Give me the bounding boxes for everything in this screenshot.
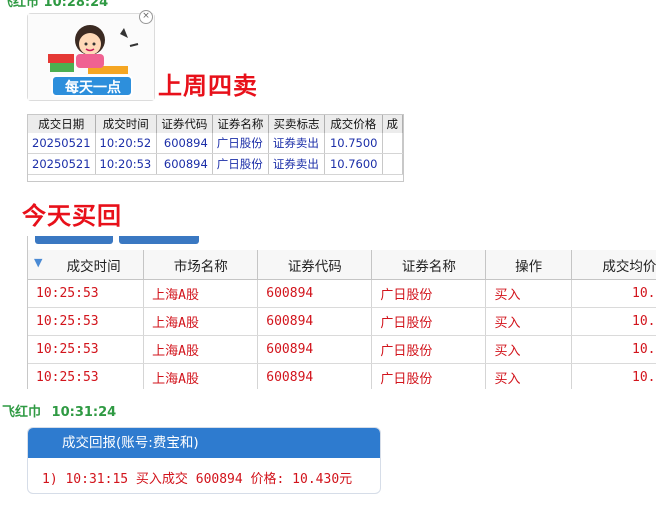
col-header-trade-price: 成交价格 xyxy=(324,115,383,133)
table-row[interactable]: 10:25:53 上海A股 600894 广日股份 买入 10.440 xyxy=(28,307,656,336)
sender-name[interactable]: 飞红巾 xyxy=(2,405,41,420)
cell-avg-price: 10.440 xyxy=(571,279,656,308)
cell-name: 广日股份 xyxy=(212,133,269,154)
col-header-trade-time: 成交时间 xyxy=(95,115,158,133)
cell-code: 600894 xyxy=(156,133,213,154)
message-time: 10:31:24 xyxy=(51,405,117,420)
col-header-operation[interactable]: 操作 xyxy=(485,250,572,280)
sell-records-table-image[interactable]: 成交日期 成交时间 证券代码 证券名称 买卖标志 成交价格 成 20250521… xyxy=(27,114,404,182)
cell-market: 上海A股 xyxy=(143,335,259,364)
toolbar-button[interactable] xyxy=(35,236,113,244)
cell-code: 600894 xyxy=(156,153,213,175)
table-row[interactable]: 10:25:53 上海A股 600894 广日股份 买入 10.440 xyxy=(28,363,656,389)
cell-time: 10:20:53 xyxy=(95,153,158,175)
cell-time: 10:25:53 xyxy=(28,307,145,336)
table-row[interactable]: 20250521 10:20:53 600894 广日股份 证券卖出 10.76… xyxy=(28,153,403,175)
cell-name: 广日股份 xyxy=(371,363,487,389)
cell-date: 20250521 xyxy=(28,133,96,154)
col-header-cut: 成 xyxy=(382,115,403,133)
cell-operation: 买入 xyxy=(485,335,572,364)
cell-name: 广日股份 xyxy=(371,279,487,308)
col-header-security-code: 证券代码 xyxy=(156,115,213,133)
caption-last-thursday-sell: 上周四卖 xyxy=(158,72,258,100)
col-header-security-name[interactable]: 证券名称 xyxy=(371,250,487,280)
table-row[interactable]: 20250521 10:20:52 600894 广日股份 证券卖出 10.75… xyxy=(28,133,403,154)
cell-name: 广日股份 xyxy=(371,307,487,336)
toolbar-button[interactable] xyxy=(119,236,199,244)
cell-avg-price: 10.440 xyxy=(571,307,656,336)
cell-flag: 证券卖出 xyxy=(268,153,326,175)
cell-code: 600894 xyxy=(257,335,373,364)
cell-price: 10.7600 xyxy=(324,153,383,175)
buy-records-table: ▼ 成交时间 市场名称 证券代码 证券名称 操作 成交均价 10:25:53 上… xyxy=(28,250,656,389)
col-header-trade-time[interactable]: ▼ 成交时间 xyxy=(28,250,145,280)
cell-extra xyxy=(382,153,403,175)
table-row[interactable]: 10:25:53 上海A股 600894 广日股份 买入 10.440 xyxy=(28,335,656,364)
col-header-trade-date: 成交日期 xyxy=(28,115,96,133)
trade-report-card[interactable]: 成交回报(账号:费宝和) 1) 10:31:15 买入成交 600894 价格:… xyxy=(27,427,381,494)
cell-market: 上海A股 xyxy=(143,363,259,389)
message-sender-line: 飞红巾 10:31:24 xyxy=(2,401,116,420)
cell-market: 上海A股 xyxy=(143,279,259,308)
cell-code: 600894 xyxy=(257,307,373,336)
table-header-row: 成交日期 成交时间 证券代码 证券名称 买卖标志 成交价格 成 xyxy=(28,115,403,133)
cell-market: 上海A股 xyxy=(143,307,259,336)
col-header-avg-price[interactable]: 成交均价 xyxy=(571,250,656,280)
logo-image[interactable]: 每天一点 xyxy=(27,13,155,101)
col-header-security-code[interactable]: 证券代码 xyxy=(257,250,373,280)
cell-time: 10:25:53 xyxy=(28,335,145,364)
cell-operation: 买入 xyxy=(485,307,572,336)
cell-time: 10:25:53 xyxy=(28,279,145,308)
cell-extra xyxy=(382,133,403,154)
col-header-buy-sell-flag: 买卖标志 xyxy=(268,115,326,133)
sort-down-icon[interactable]: ▼ xyxy=(34,256,42,269)
caption-today-buy-back: 今天买回 xyxy=(22,202,122,230)
cell-avg-price: 10.440 xyxy=(571,335,656,364)
cell-time: 10:25:53 xyxy=(28,363,145,389)
cell-operation: 买入 xyxy=(485,363,572,389)
message-sender-time: 飞红市 10:28:24 xyxy=(0,0,109,10)
close-icon[interactable]: × xyxy=(139,10,153,24)
header-label: 成交时间 xyxy=(66,258,121,275)
sell-records-table: 成交日期 成交时间 证券代码 证券名称 买卖标志 成交价格 成 20250521… xyxy=(28,115,403,175)
cell-flag: 证券卖出 xyxy=(268,133,326,154)
trade-report-line: 1) 10:31:15 买入成交 600894 价格: 10.430元 xyxy=(42,472,353,487)
col-header-market-name[interactable]: 市场名称 xyxy=(143,250,259,280)
cell-avg-price: 10.440 xyxy=(571,363,656,389)
cell-code: 600894 xyxy=(257,363,373,389)
cell-operation: 买入 xyxy=(485,279,572,308)
cell-time: 10:20:52 xyxy=(95,133,158,154)
trade-report-title: 成交回报(账号:费宝和) xyxy=(28,428,380,458)
cell-name: 广日股份 xyxy=(371,335,487,364)
logo-text: 每天一点 xyxy=(65,80,121,96)
buy-records-table-image[interactable]: ▼ 成交时间 市场名称 证券代码 证券名称 操作 成交均价 10:25:53 上… xyxy=(27,236,656,389)
cell-date: 20250521 xyxy=(28,153,96,175)
cell-code: 600894 xyxy=(257,279,373,308)
table-row[interactable]: 10:25:53 上海A股 600894 广日股份 买入 10.440 xyxy=(28,279,656,308)
cell-price: 10.7500 xyxy=(324,133,383,154)
cell-name: 广日股份 xyxy=(212,153,269,175)
table-header-row: ▼ 成交时间 市场名称 证券代码 证券名称 操作 成交均价 xyxy=(28,250,656,280)
col-header-security-name: 证券名称 xyxy=(212,115,269,133)
